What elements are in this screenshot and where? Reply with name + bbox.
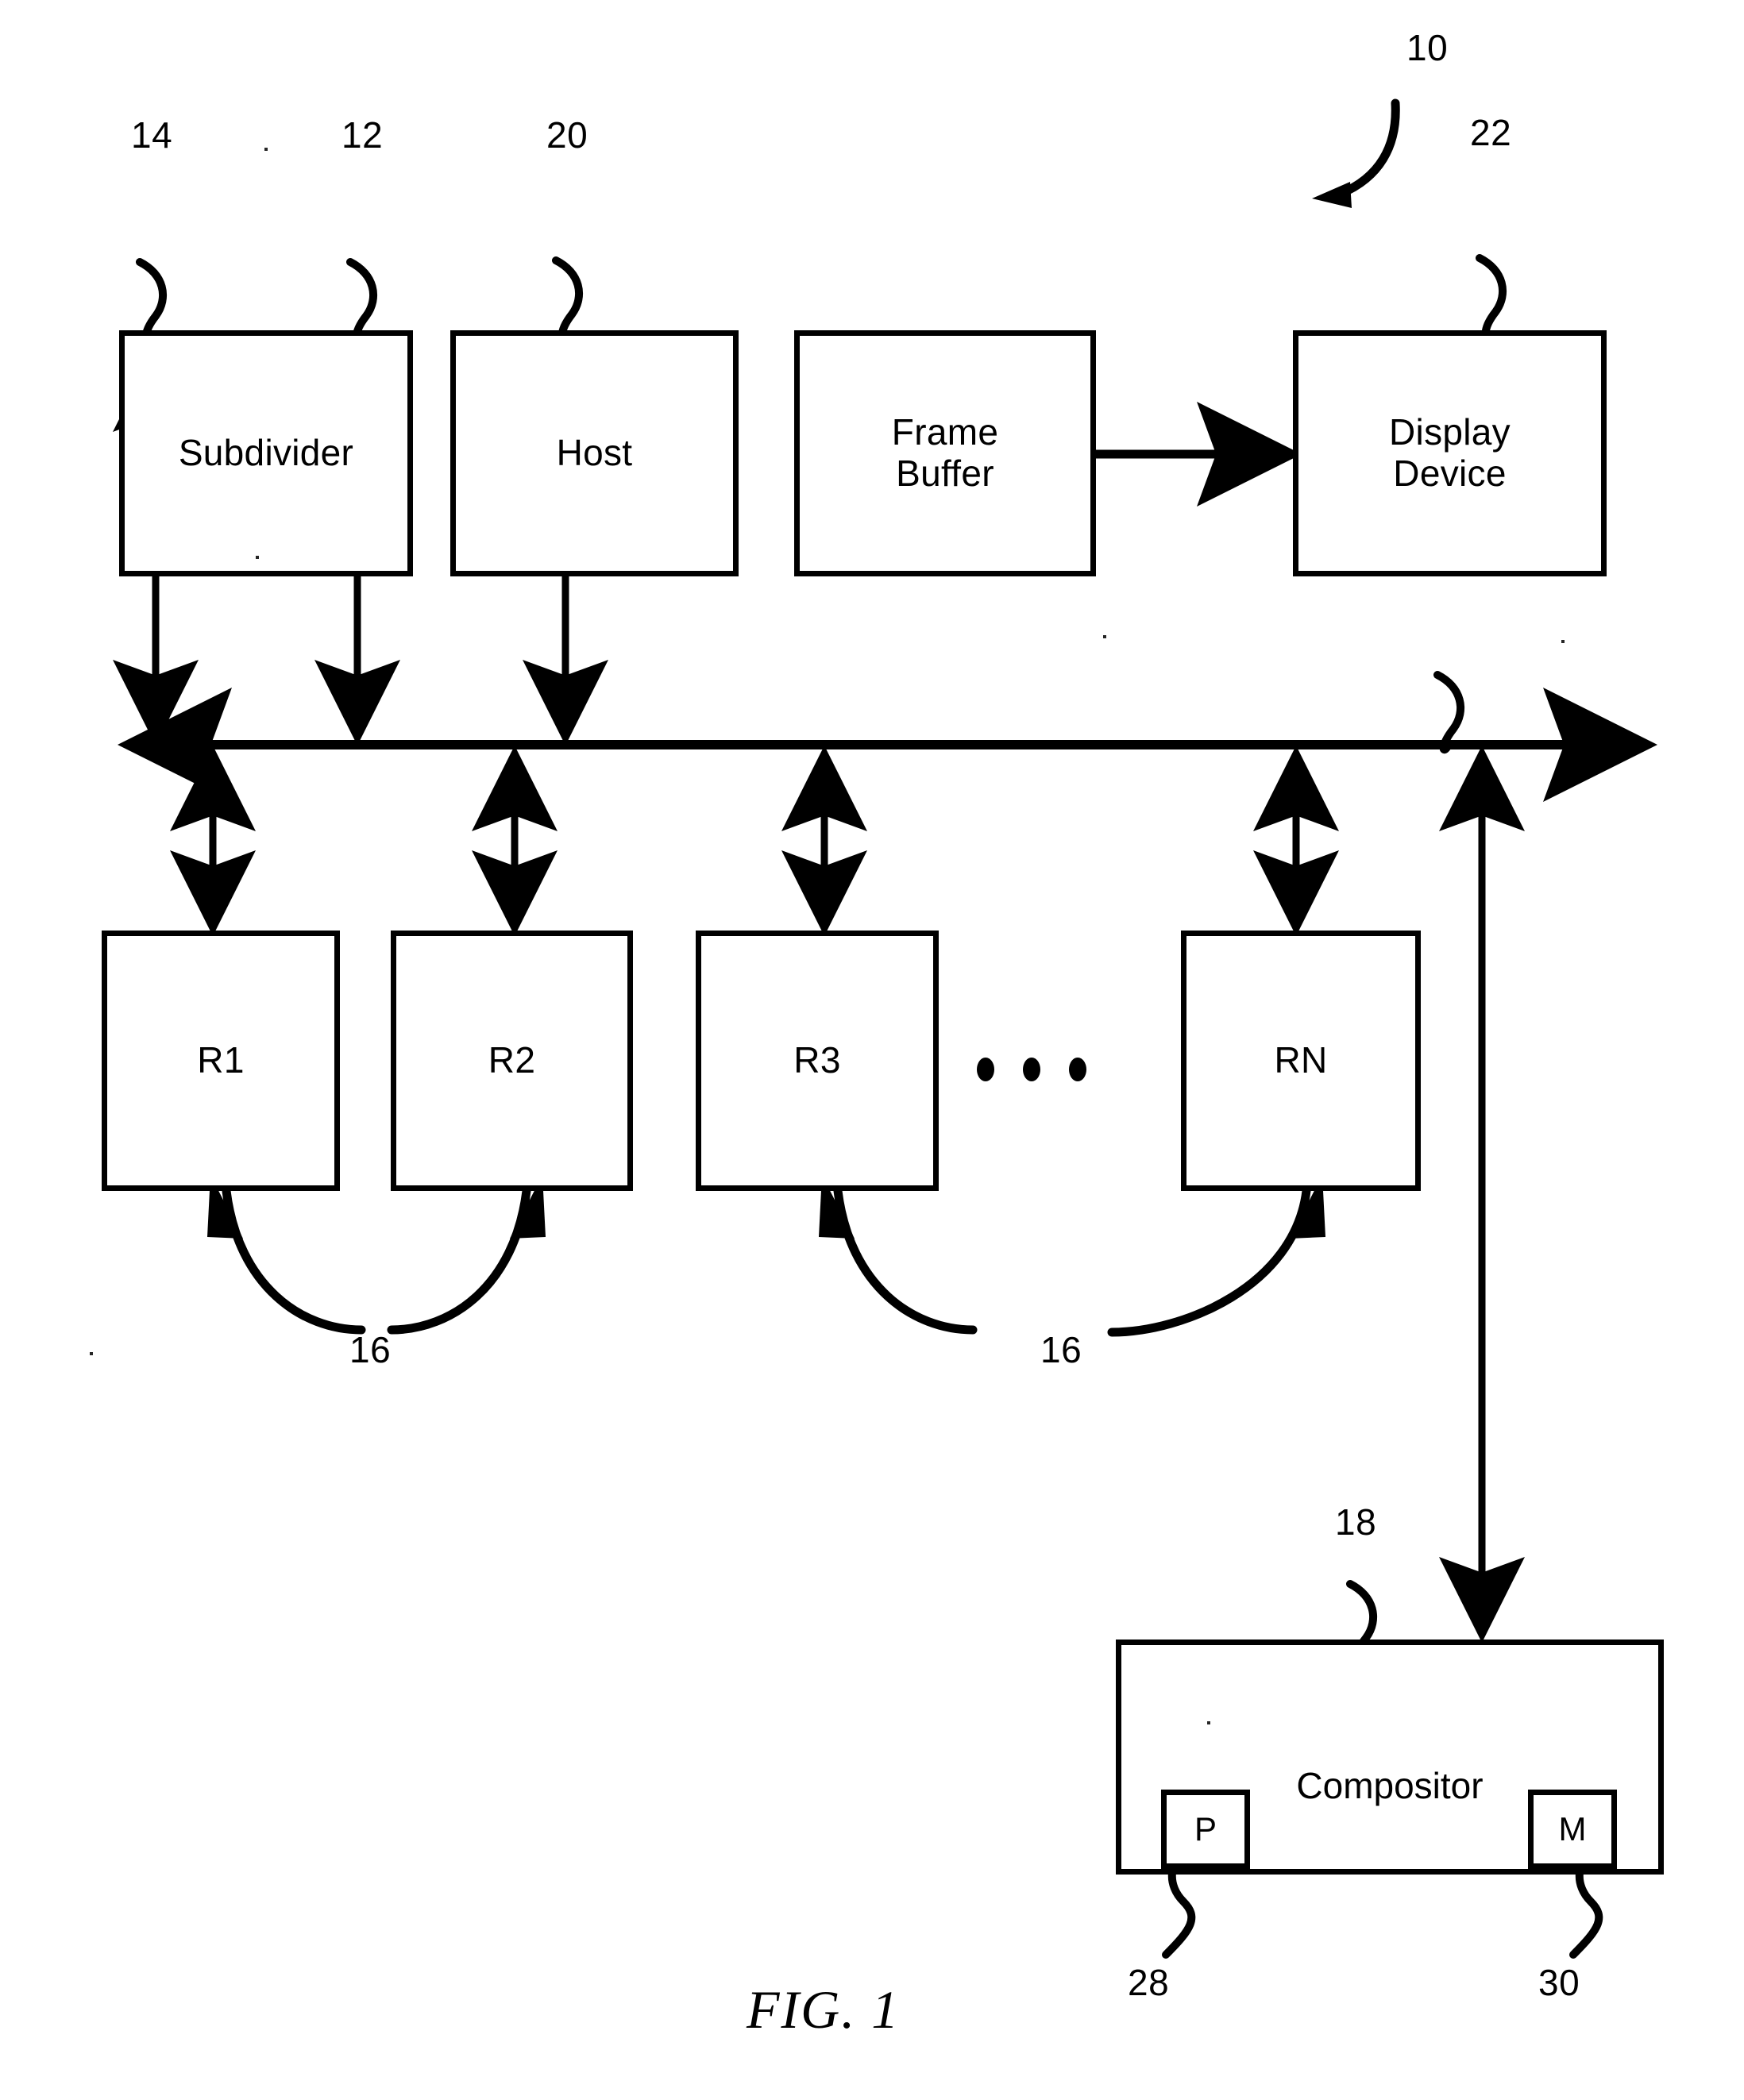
box-display-device[interactable]: Display Device [1293,330,1607,576]
box-subdivider-label: Subdivider [178,432,354,474]
box-compositor-memory[interactable]: M [1528,1790,1617,1869]
scan-speck [1103,635,1106,638]
box-frame-buffer-label: Frame Buffer [891,411,999,494]
box-display-device-label: Display Device [1389,411,1511,494]
scan-speck [264,148,268,151]
box-frame-buffer[interactable]: Frame Buffer [794,330,1096,576]
ref-number-14: 14 [131,114,173,156]
box-renderer-1[interactable]: R1 [102,931,340,1191]
ref-number-16-right: 16 [1040,1329,1082,1370]
box-renderer-n[interactable]: RN [1181,931,1421,1191]
ref-number-12: 12 [341,114,384,156]
box-renderer-3[interactable]: R3 [696,931,939,1191]
ref-number-22: 22 [1470,112,1512,153]
box-renderer-3-label: R3 [793,1039,841,1081]
box-host-label: Host [556,432,633,474]
renderer-arc-left [207,1175,546,1335]
scan-speck [1207,1721,1210,1724]
ref-number-18: 18 [1335,1501,1377,1543]
box-renderer-n-label: RN [1274,1039,1328,1081]
ref-number-20: 20 [546,114,588,156]
box-compositor[interactable]: Compositor P M [1116,1640,1664,1875]
box-compositor-processor[interactable]: P [1161,1790,1250,1869]
box-renderer-2-label: R2 [488,1039,536,1081]
system-leader-10 [1312,98,1400,208]
ref-number-28: 28 [1128,1962,1170,2003]
box-compositor-processor-label: P [1194,1810,1217,1848]
box-renderer-2[interactable]: R2 [391,931,633,1191]
box-host[interactable]: Host [450,330,739,576]
ref-number-30: 30 [1538,1962,1580,2003]
renderer-ellipsis-icon [977,1058,1086,1081]
figure-caption: FIG. 1 [747,1979,901,2040]
box-subdivider[interactable]: Subdivider [119,330,413,576]
scan-speck [1561,640,1565,643]
ref-number-16-left: 16 [349,1329,392,1370]
box-compositor-memory-label: M [1558,1810,1587,1848]
renderer-arc-right [819,1175,1325,1337]
patent-figure: 10 14 12 20 22 24 16 16 18 28 30 Subdivi… [0,0,1744,2100]
box-renderer-1-label: R1 [197,1039,245,1081]
leader-curl-24-path [1433,671,1464,754]
ref-number-10: 10 [1406,27,1449,68]
scan-speck [90,1352,93,1355]
scan-speck [256,556,259,559]
